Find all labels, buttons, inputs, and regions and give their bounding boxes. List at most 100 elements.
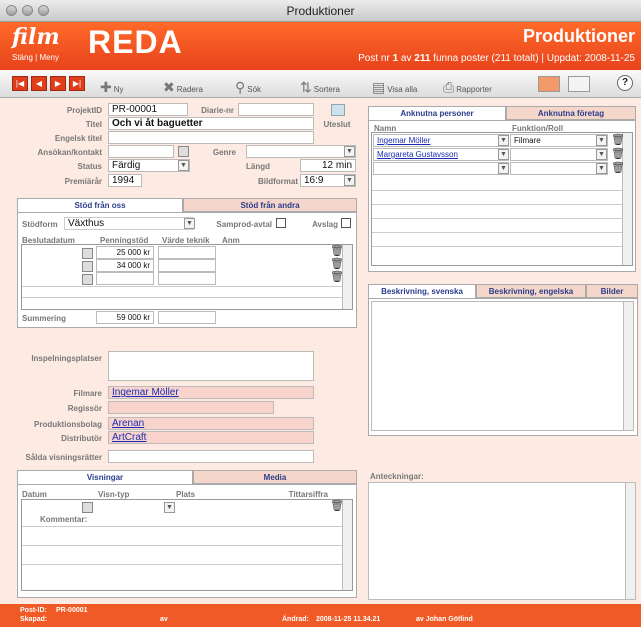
main-body: ProjektID PR-00001 Diarie-nr Uteslut Tit… <box>0 98 641 604</box>
tab-stod-fran-oss[interactable]: Stöd från oss <box>17 198 183 212</box>
sort-button[interactable]: ⇅ Sortera <box>300 74 340 94</box>
tab-media[interactable]: Media <box>193 470 357 484</box>
last-record-button[interactable]: ▶| <box>69 76 85 91</box>
premiarar-field[interactable]: 1994 <box>108 174 142 187</box>
calendar-icon[interactable] <box>178 146 189 157</box>
samprod-checkbox[interactable] <box>276 218 286 228</box>
notes-label: Anteckningar: <box>370 472 424 481</box>
tab-beskrivning-svenska[interactable]: Beskrivning, svenska <box>368 284 476 298</box>
new-button[interactable]: ✚ Ny <box>100 74 124 94</box>
tab-bilder[interactable]: Bilder <box>586 284 638 298</box>
person-role-cell[interactable]: Filmare <box>510 134 608 147</box>
description-textarea[interactable] <box>371 301 634 431</box>
printer-icon: ⎙ <box>443 79 455 95</box>
status-dropdown-icon[interactable]: ▼ <box>178 160 189 171</box>
filmare-link[interactable]: Ingemar Möller <box>112 387 179 398</box>
trash-icon[interactable]: 🗑 <box>330 270 344 283</box>
person-role-cell[interactable] <box>510 162 608 175</box>
search-button[interactable]: ⚲ Sök <box>235 74 261 94</box>
trash-icon[interactable]: 🗑 <box>611 133 625 146</box>
name-dropdown-icon[interactable]: ▼ <box>498 135 509 146</box>
distributor-label: Distributör <box>61 434 102 443</box>
person-name-cell[interactable]: Ingemar Möller <box>373 134 509 147</box>
trash-icon[interactable]: 🗑 <box>611 161 625 174</box>
calendar-icon[interactable] <box>82 502 93 513</box>
visningar-scrollbar[interactable] <box>342 500 352 590</box>
penningstod-cell[interactable]: 34 000 kr <box>96 259 154 272</box>
premiarar-label: Premiärår <box>64 177 102 186</box>
tab-visningar[interactable]: Visningar <box>17 470 193 484</box>
trash-icon[interactable]: 🗑 <box>611 147 625 160</box>
inspelningsplatser-label: Inspelningsplatser <box>31 354 102 363</box>
close-link[interactable]: Stäng <box>12 53 33 62</box>
tab-stod-fran-andra[interactable]: Stöd från andra <box>183 198 357 212</box>
varde-teknik-cell[interactable] <box>158 246 216 259</box>
utesl-label[interactable]: Uteslut <box>318 120 356 129</box>
role-dropdown-icon[interactable]: ▼ <box>596 163 607 174</box>
penningstod-cell[interactable]: 25 000 kr <box>96 246 154 259</box>
notes-scrollbar[interactable] <box>625 483 635 599</box>
trash-icon[interactable]: 🗑 <box>330 499 344 512</box>
regissor-field[interactable] <box>108 401 274 414</box>
varde-teknik-cell[interactable] <box>158 259 216 272</box>
distributor-link[interactable]: ArtCraft <box>112 432 146 443</box>
role-dropdown-icon[interactable]: ▼ <box>596 135 607 146</box>
prev-record-button[interactable]: ◀ <box>31 76 47 91</box>
filmare-field[interactable]: Ingemar Möller <box>108 386 314 399</box>
avslag-checkbox[interactable] <box>341 218 351 228</box>
genre-field[interactable] <box>246 145 356 158</box>
visn-typ-dropdown-icon[interactable]: ▼ <box>164 502 175 513</box>
menu-link[interactable]: Meny <box>39 53 59 62</box>
ansokan-field[interactable] <box>108 145 174 158</box>
tab-beskrivning-engelska[interactable]: Beskrivning, engelska <box>476 284 586 298</box>
description-scrollbar[interactable] <box>623 302 633 430</box>
reports-button[interactable]: ⎙ Rapporter <box>443 74 492 94</box>
tab-anknutna-foretag[interactable]: Anknutna företag <box>506 106 636 120</box>
delete-record-icon: ✖ <box>163 79 175 95</box>
person-name-cell[interactable] <box>373 162 509 175</box>
stodform-field[interactable]: Växthus <box>64 217 194 230</box>
trash-icon[interactable]: 🗑 <box>330 257 344 270</box>
produktionsbolag-field[interactable]: Arenan <box>108 417 314 430</box>
toolbar: |◀ ◀ ▶ ▶| ✚ Ny ✖ Radera ⚲ Sök ⇅ Sortera ▤ Vis… <box>0 70 641 98</box>
calendar-icon[interactable] <box>82 274 93 285</box>
next-record-button[interactable]: ▶ <box>50 76 66 91</box>
projektid-field[interactable]: PR-00001 <box>108 103 188 116</box>
delete-button[interactable]: ✖ Radera <box>163 74 203 94</box>
calendar-icon[interactable] <box>82 248 93 259</box>
notes-textarea[interactable] <box>368 482 636 600</box>
produktionsbolag-link[interactable]: Arenan <box>112 418 144 429</box>
engelsk-titel-field[interactable] <box>108 131 314 144</box>
genre-dropdown-icon[interactable]: ▼ <box>344 146 355 157</box>
person-role-cell[interactable] <box>510 148 608 161</box>
role-dropdown-icon[interactable]: ▼ <box>596 149 607 160</box>
form-view-icon[interactable] <box>538 76 560 92</box>
person-name-cell[interactable]: Margareta Gustavsson <box>373 148 509 161</box>
help-icon[interactable]: ? <box>617 75 633 91</box>
penningstod-cell[interactable] <box>96 272 154 285</box>
status-label: Status <box>77 162 102 171</box>
andrad-value: 2008-11-25 11.34.21 <box>316 616 381 623</box>
skapad-av: av <box>160 616 168 623</box>
page-title: Produktioner <box>522 26 635 46</box>
tab-anknutna-personer[interactable]: Anknutna personer <box>368 106 506 120</box>
name-dropdown-icon[interactable]: ▼ <box>498 149 509 160</box>
first-record-button[interactable]: |◀ <box>12 76 28 91</box>
distributor-field[interactable]: ArtCraft <box>108 431 314 444</box>
inspelningsplatser-field[interactable] <box>108 351 314 381</box>
titel-field[interactable]: Och vi åt baguetter <box>108 117 314 130</box>
app-header: film REDA Stäng | Meny Produktioner Post… <box>0 22 641 70</box>
trash-icon[interactable]: 🗑 <box>330 244 344 257</box>
salda-visningsratter-field[interactable] <box>108 450 314 463</box>
calendar-icon[interactable] <box>82 261 93 272</box>
varde-teknik-cell[interactable] <box>158 272 216 285</box>
langd-field[interactable]: 12 min <box>300 159 356 172</box>
avslag-label: Avslag <box>312 220 338 229</box>
diarienr-field[interactable] <box>238 103 314 116</box>
stodform-dropdown-icon[interactable]: ▼ <box>184 218 195 229</box>
genre-label: Genre <box>212 148 236 157</box>
name-dropdown-icon[interactable]: ▼ <box>498 163 509 174</box>
bildformat-dropdown-icon[interactable]: ▼ <box>344 175 355 186</box>
show-all-button[interactable]: ▤ Visa alla <box>372 74 417 94</box>
list-view-icon[interactable] <box>568 76 590 92</box>
